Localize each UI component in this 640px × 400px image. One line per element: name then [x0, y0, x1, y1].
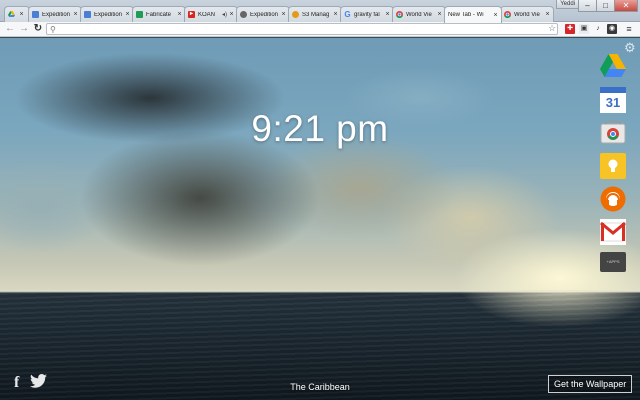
gmail-icon[interactable] [600, 219, 626, 245]
tab-title: Expedition [94, 11, 123, 18]
address-input[interactable] [61, 24, 541, 34]
google-docs-icon [84, 11, 91, 18]
tab-close-button[interactable]: × [72, 11, 79, 18]
maximize-button[interactable]: □ [596, 0, 615, 12]
app-shortcuts: 31 +APPS [598, 54, 628, 279]
forward-arrow-icon[interactable]: → [18, 23, 30, 35]
back-arrow-icon[interactable]: ← [4, 23, 16, 35]
tab-title: New Tab - Wi [448, 12, 484, 18]
tab-close-button[interactable]: × [492, 12, 499, 19]
bookmark-star-icon[interactable]: ☆ [548, 23, 556, 34]
search-icon: ⚲ [50, 25, 56, 34]
tab-close-button[interactable]: × [228, 11, 235, 18]
google-drive-icon [8, 11, 15, 18]
google-sheets-icon [136, 11, 143, 18]
browser-toolbar: ← → ↻ ⚲ ☆ ✚ ▣ ♪ ◉ ≡ [0, 22, 640, 37]
tab-world-view-1[interactable]: World Vie × [392, 6, 446, 22]
chrome-menu-icon[interactable]: ≡ [624, 24, 634, 34]
chrome-icon [504, 11, 511, 18]
tab-title: Expedition [250, 11, 279, 18]
tab-koan[interactable]: ▸ KOAN ◂) × [184, 6, 238, 22]
minimize-button[interactable]: – [578, 0, 597, 12]
google-drive-icon[interactable] [600, 54, 626, 80]
tab-title: World Vie [514, 11, 540, 18]
tab-new-tab[interactable]: New Tab - Wi × [444, 6, 502, 23]
google-calendar-icon[interactable]: 31 [600, 87, 626, 113]
aws-icon [292, 11, 299, 18]
tab-list: × Expedition × Expedition × Fabricate × … [4, 6, 554, 23]
extension-red-icon[interactable]: ✚ [565, 24, 575, 34]
tab-title: S3 Manag [302, 11, 330, 18]
tab-close-button[interactable]: × [384, 11, 391, 18]
tab-google-drive[interactable]: × [4, 6, 30, 22]
tab-expedition-1[interactable]: Expedition × [28, 6, 82, 22]
chrome-icon [396, 11, 403, 18]
tab-world-view-2[interactable]: World Vie × [500, 6, 554, 22]
google-keep-icon[interactable] [600, 153, 626, 179]
close-window-button[interactable]: ✕ [614, 0, 638, 12]
clock-time: 9:21 pm [251, 108, 389, 149]
calendar-date: 31 [605, 95, 621, 110]
tab-title: Fabricate [146, 11, 172, 18]
profile-name-button[interactable]: Yeddi [556, 0, 579, 9]
horizon-line [0, 290, 640, 291]
window-controls: – □ ✕ [578, 0, 638, 12]
tab-title: Expedition [42, 11, 71, 18]
tab-strip: × Expedition × Expedition × Fabricate × … [0, 0, 640, 23]
tab-close-button[interactable]: × [280, 11, 287, 18]
tab-title: KOAN [198, 11, 216, 18]
extension-dark-icon[interactable]: ◉ [607, 24, 617, 34]
extension-pushbullet-icon[interactable]: ♪ [593, 24, 603, 34]
tab-close-button[interactable]: × [18, 11, 25, 18]
play-music-icon[interactable] [600, 186, 626, 212]
tab-close-button[interactable]: × [436, 11, 443, 18]
tab-close-button[interactable]: × [544, 11, 551, 18]
tab-expedition-3[interactable]: Expedition × [236, 6, 290, 22]
app-launcher-label: +APPS [606, 259, 620, 264]
address-bar[interactable]: ⚲ [46, 23, 558, 35]
google-search-icon: G [344, 10, 351, 19]
reload-icon[interactable]: ↻ [32, 23, 44, 35]
app-launcher-icon[interactable]: +APPS [600, 252, 626, 272]
tab-close-button[interactable]: × [332, 11, 339, 18]
wallpaper-location: The Caribbean [290, 382, 350, 392]
get-wallpaper-button[interactable]: Get the Wallpaper [548, 375, 633, 393]
tab-title: gravity fal [354, 11, 380, 18]
twitter-icon[interactable] [30, 374, 47, 393]
extension-gray-icon[interactable]: ▣ [579, 24, 589, 34]
tab-fabricate[interactable]: Fabricate × [132, 6, 186, 22]
generic-site-icon [240, 11, 247, 18]
speaker-icon[interactable]: ◂) [222, 11, 227, 18]
tab-close-button[interactable]: × [124, 11, 131, 18]
chrome-web-store-icon[interactable] [600, 120, 626, 146]
youtube-icon: ▸ [188, 11, 195, 18]
tab-s3-manager[interactable]: S3 Manag × [288, 6, 342, 22]
google-docs-icon [32, 11, 39, 18]
tab-expedition-2[interactable]: Expedition × [80, 6, 134, 22]
tab-title: World Vie [406, 11, 432, 18]
facebook-icon[interactable]: f [14, 374, 19, 392]
tab-gravity-falls[interactable]: G gravity fal × [340, 6, 394, 22]
tab-close-button[interactable]: × [176, 11, 183, 18]
new-tab-page: 9:21 pm ⚙ 31 +APPS f The Caribbean Get t… [0, 38, 640, 400]
